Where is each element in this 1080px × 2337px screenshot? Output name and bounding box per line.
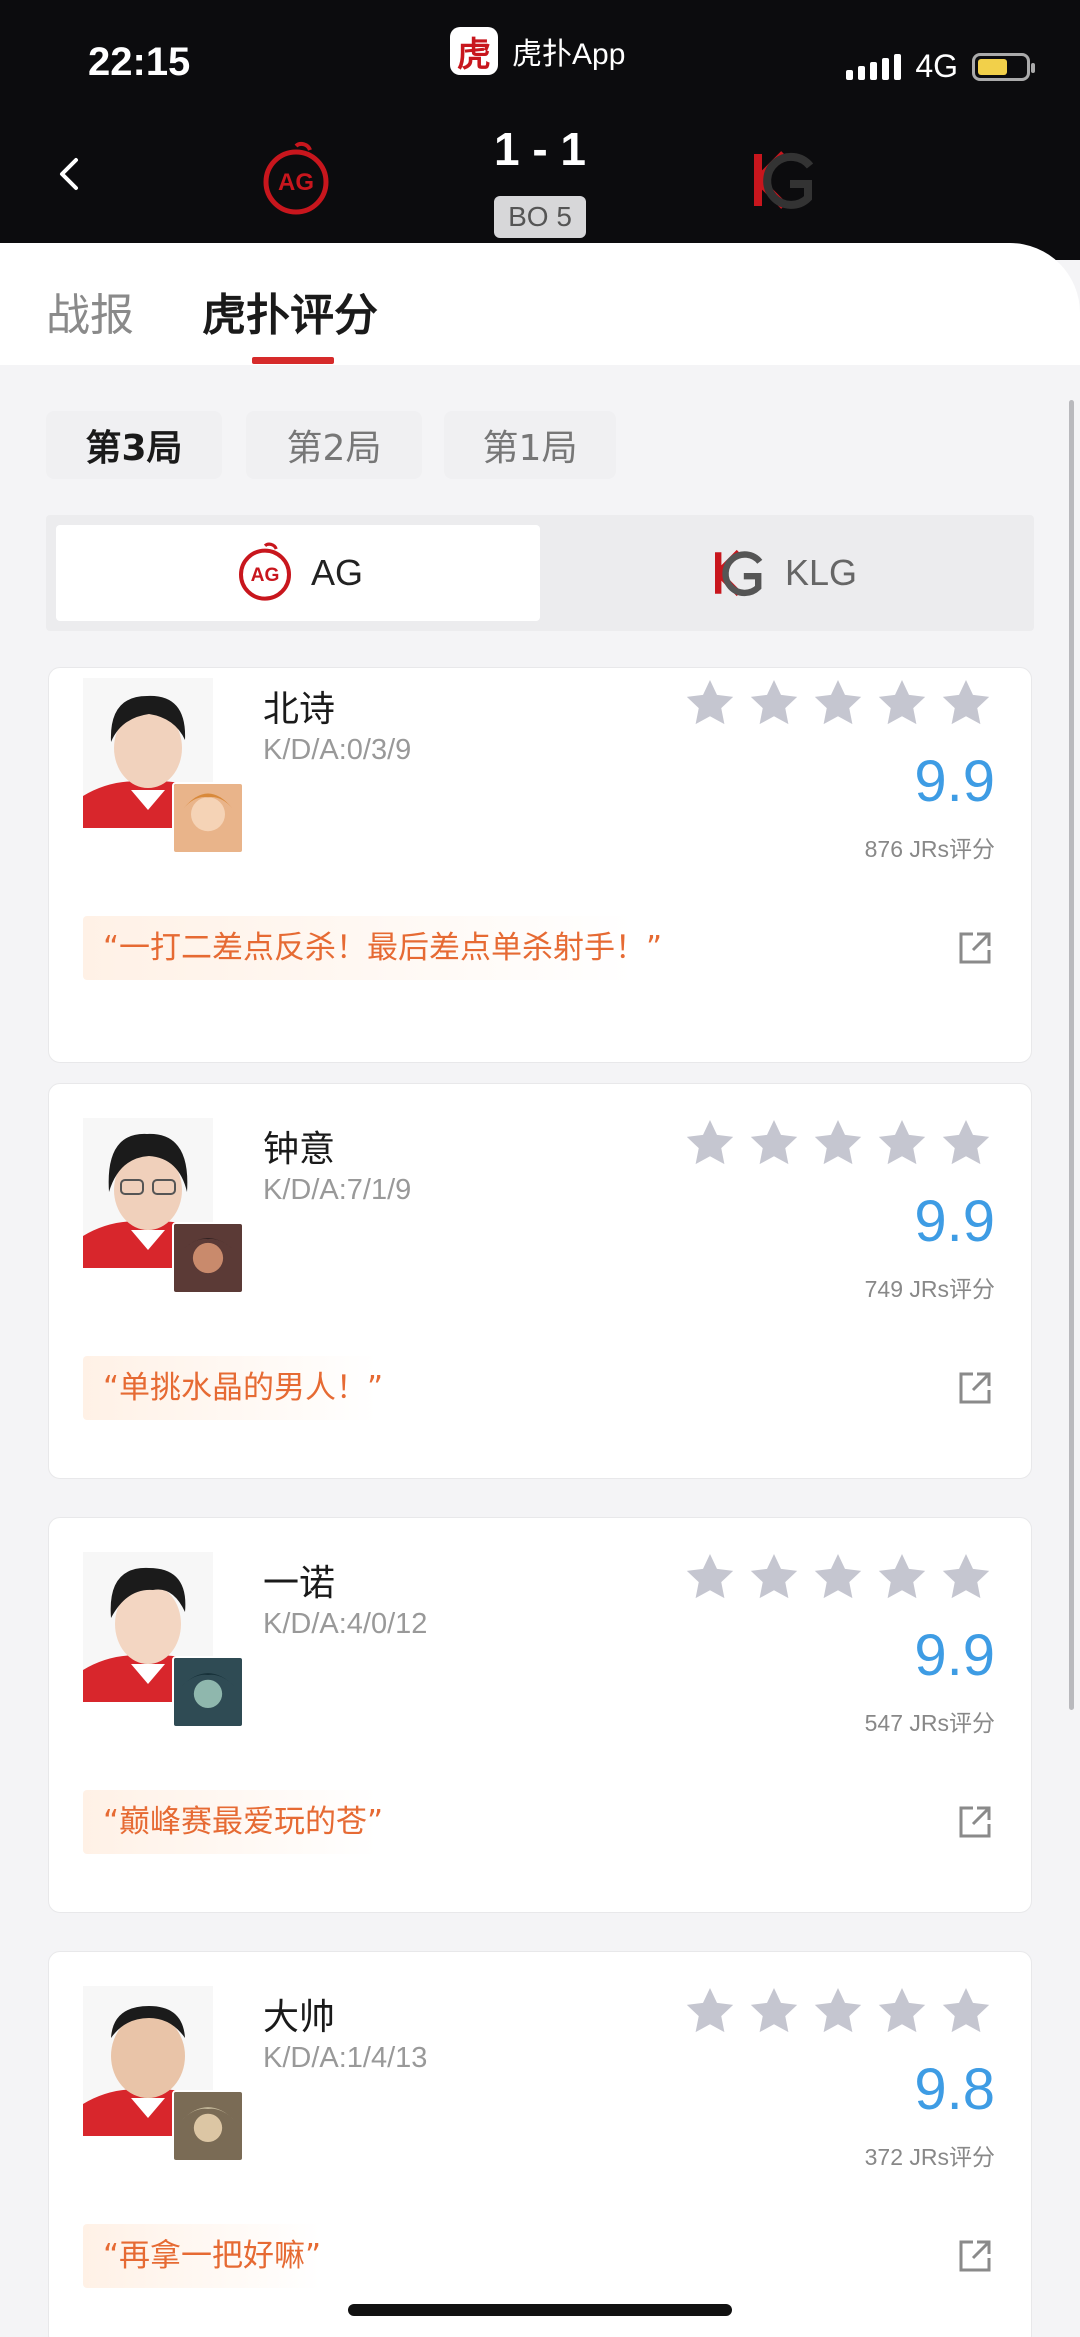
team-option-ag[interactable]: AG AG: [56, 525, 540, 621]
network-type: 4G: [915, 48, 958, 84]
player-kda: K/D/A:0/3/9: [263, 734, 412, 766]
team-option-label: KLG: [784, 552, 858, 593]
player-card[interactable]: 北诗 K/D/A:0/3/9 9.9 876 JRs评分 “一打二差点反杀！最后…: [48, 667, 1032, 1063]
rating-stars[interactable]: [683, 1984, 993, 2038]
match-header: 22:15 虎 虎扑App 4G AG 1 - 1 BO 5: [0, 0, 1080, 260]
star-icon[interactable]: [747, 1116, 801, 1170]
hero-icon: [172, 782, 244, 854]
share-icon[interactable]: [957, 1370, 993, 1406]
player-card[interactable]: 钟意 K/D/A:7/1/9 9.9 749 JRs评分 “单挑水晶的男人！”: [48, 1083, 1032, 1479]
player-kda: K/D/A:1/4/13: [263, 2042, 428, 2074]
game-tab-3[interactable]: 第3局: [46, 411, 222, 479]
player-rating: 9.9: [914, 1623, 995, 1688]
star-icon[interactable]: [683, 676, 737, 730]
share-icon[interactable]: [957, 1804, 993, 1840]
star-icon[interactable]: [875, 676, 929, 730]
star-icon[interactable]: [811, 1984, 865, 2038]
rating-stars[interactable]: [683, 1550, 993, 1604]
player-card[interactable]: 大帅 K/D/A:1/4/13 9.8 372 JRs评分 “再拿一把好嘛”: [48, 1951, 1032, 2337]
share-icon[interactable]: [957, 930, 993, 966]
hero-icon: [172, 1656, 244, 1728]
series-format-badge: BO 5: [494, 196, 586, 238]
player-name: 大帅: [263, 1997, 336, 2038]
team-option-label: AG: [310, 552, 363, 593]
star-icon[interactable]: [683, 1550, 737, 1604]
player-quote[interactable]: “再拿一把好嘛”: [83, 2224, 342, 2288]
home-indicator[interactable]: [348, 2304, 732, 2316]
star-icon[interactable]: [875, 1984, 929, 2038]
status-time: 22:15: [88, 40, 191, 84]
game-tab-2[interactable]: 第2局: [246, 411, 422, 479]
player-rating: 9.8: [914, 2057, 995, 2122]
star-icon[interactable]: [683, 1116, 737, 1170]
star-icon[interactable]: [811, 1550, 865, 1604]
app-indicator[interactable]: 虎 虎扑App: [450, 26, 625, 76]
active-tab-indicator: [252, 357, 334, 364]
star-icon[interactable]: [811, 1116, 865, 1170]
team-option-klg[interactable]: KLG: [540, 525, 1024, 621]
tab-hupu-rating[interactable]: 虎扑评分: [202, 279, 378, 343]
team-switch: AG AG KLG: [46, 515, 1034, 631]
scrollbar[interactable]: [1069, 400, 1074, 1710]
rating-count: 876 JRs评分: [864, 836, 995, 862]
content-sheet: 战报 虎扑评分 第3局 第2局 第1局 AG AG KLG 北诗 K/D/A:0…: [0, 243, 1080, 2337]
main-tabs: 战报 虎扑评分: [0, 243, 1080, 366]
player-quote[interactable]: “巅峰赛最爱玩的苍”: [83, 1790, 404, 1854]
game-tab-1[interactable]: 第1局: [444, 411, 616, 479]
hero-icon: [172, 1222, 244, 1294]
player-quote[interactable]: “单挑水晶的男人！”: [83, 1356, 404, 1420]
player-name: 钟意: [263, 1129, 336, 1170]
klg-logo-icon: [714, 549, 763, 597]
star-icon[interactable]: [811, 676, 865, 730]
player-rating: 9.9: [914, 749, 995, 814]
player-kda: K/D/A:4/0/12: [263, 1608, 428, 1640]
share-icon[interactable]: [957, 2238, 993, 2274]
star-icon[interactable]: [683, 1984, 737, 2038]
status-icons: 4G: [846, 48, 1035, 85]
match-score: 1 - 1: [493, 123, 587, 175]
star-icon[interactable]: [747, 676, 801, 730]
rating-count: 547 JRs评分: [864, 1710, 995, 1736]
player-card[interactable]: 一诺 K/D/A:4/0/12 9.9 547 JRs评分 “巅峰赛最爱玩的苍”: [48, 1517, 1032, 1913]
star-icon[interactable]: [747, 1984, 801, 2038]
app-name: 虎扑App: [512, 38, 626, 71]
tab-battle-report[interactable]: 战报: [46, 279, 134, 343]
rating-count: 372 JRs评分: [864, 2144, 995, 2170]
star-icon[interactable]: [747, 1550, 801, 1604]
star-icon[interactable]: [939, 1550, 993, 1604]
signal-icon: [846, 53, 902, 80]
rating-count: 749 JRs评分: [864, 1276, 995, 1302]
star-icon[interactable]: [875, 1116, 929, 1170]
star-icon[interactable]: [939, 676, 993, 730]
player-name: 北诗: [263, 689, 336, 730]
player-rating: 9.9: [914, 1189, 995, 1254]
klg-logo-icon[interactable]: [744, 140, 824, 220]
hero-icon: [172, 2090, 244, 2162]
rating-stars[interactable]: [683, 676, 993, 730]
player-quote[interactable]: “一打二差点反杀！最后差点单杀射手！”: [83, 916, 683, 980]
hupu-app-icon: 虎: [450, 27, 498, 75]
star-icon[interactable]: [939, 1984, 993, 2038]
star-icon[interactable]: [939, 1116, 993, 1170]
rating-content[interactable]: 第3局 第2局 第1局 AG AG KLG 北诗 K/D/A:0/3/9 9.9…: [0, 365, 1080, 2337]
star-icon[interactable]: [875, 1550, 929, 1604]
rating-stars[interactable]: [683, 1116, 993, 1170]
ag-logo-icon: AG: [238, 542, 291, 601]
battery-icon: [972, 52, 1035, 81]
svg-text:AG: AG: [251, 565, 280, 586]
player-name: 一诺: [263, 1563, 336, 1604]
player-kda: K/D/A:7/1/9: [263, 1174, 412, 1206]
